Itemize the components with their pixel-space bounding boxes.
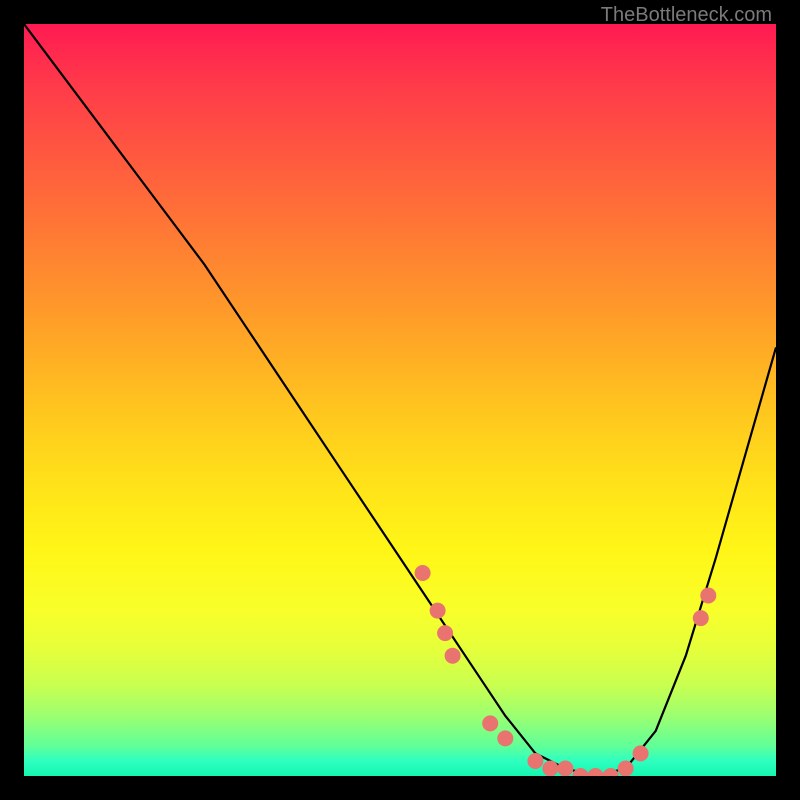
marker-dot (603, 768, 619, 776)
marker-dot (415, 565, 431, 581)
marker-dot (542, 761, 558, 777)
plot-area (24, 24, 776, 776)
marker-dot (633, 745, 649, 761)
marker-dot (430, 603, 446, 619)
watermark-text: TheBottleneck.com (601, 4, 772, 27)
chart-container: TheBottleneck.com (0, 0, 800, 800)
marker-dot (482, 715, 498, 731)
marker-dot (700, 588, 716, 604)
curve-layer (24, 24, 776, 776)
marker-dot (693, 610, 709, 626)
marker-dot (527, 753, 543, 769)
marker-dot (588, 768, 604, 776)
marker-dot (497, 730, 513, 746)
marker-dot (573, 768, 589, 776)
marker-dot (618, 761, 634, 777)
bottleneck-curve (24, 24, 776, 776)
marker-dot (557, 761, 573, 777)
marker-dot (437, 625, 453, 641)
marker-dot (445, 648, 461, 664)
highlighted-points (415, 565, 717, 776)
